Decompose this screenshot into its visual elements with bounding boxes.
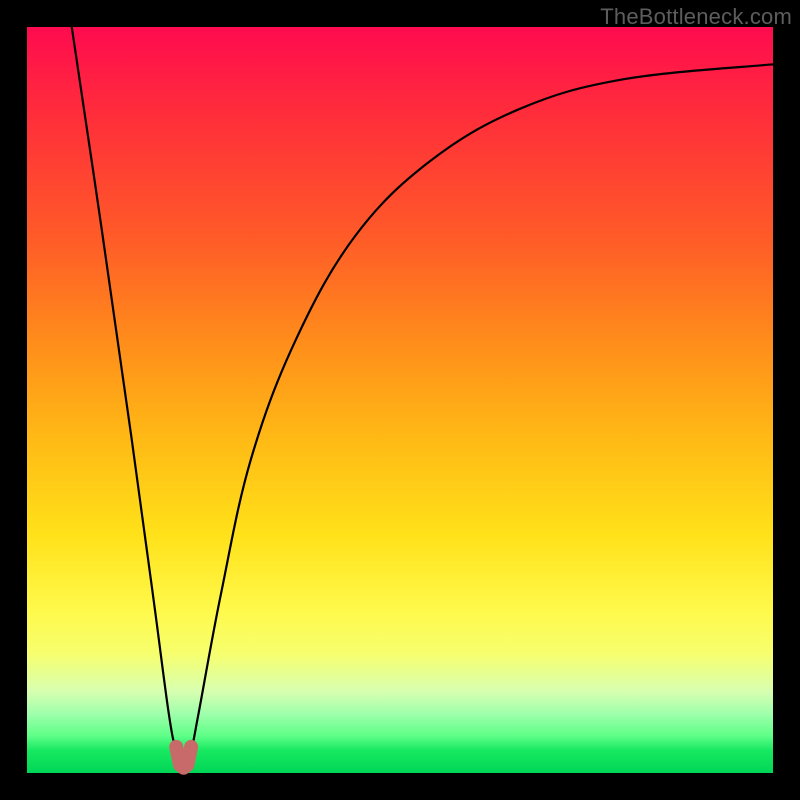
chart-frame: TheBottleneck.com bbox=[0, 0, 800, 800]
min-marker bbox=[176, 747, 191, 768]
curve-svg bbox=[27, 27, 773, 773]
plot-area bbox=[27, 27, 773, 773]
bottleneck-curve bbox=[72, 27, 773, 766]
